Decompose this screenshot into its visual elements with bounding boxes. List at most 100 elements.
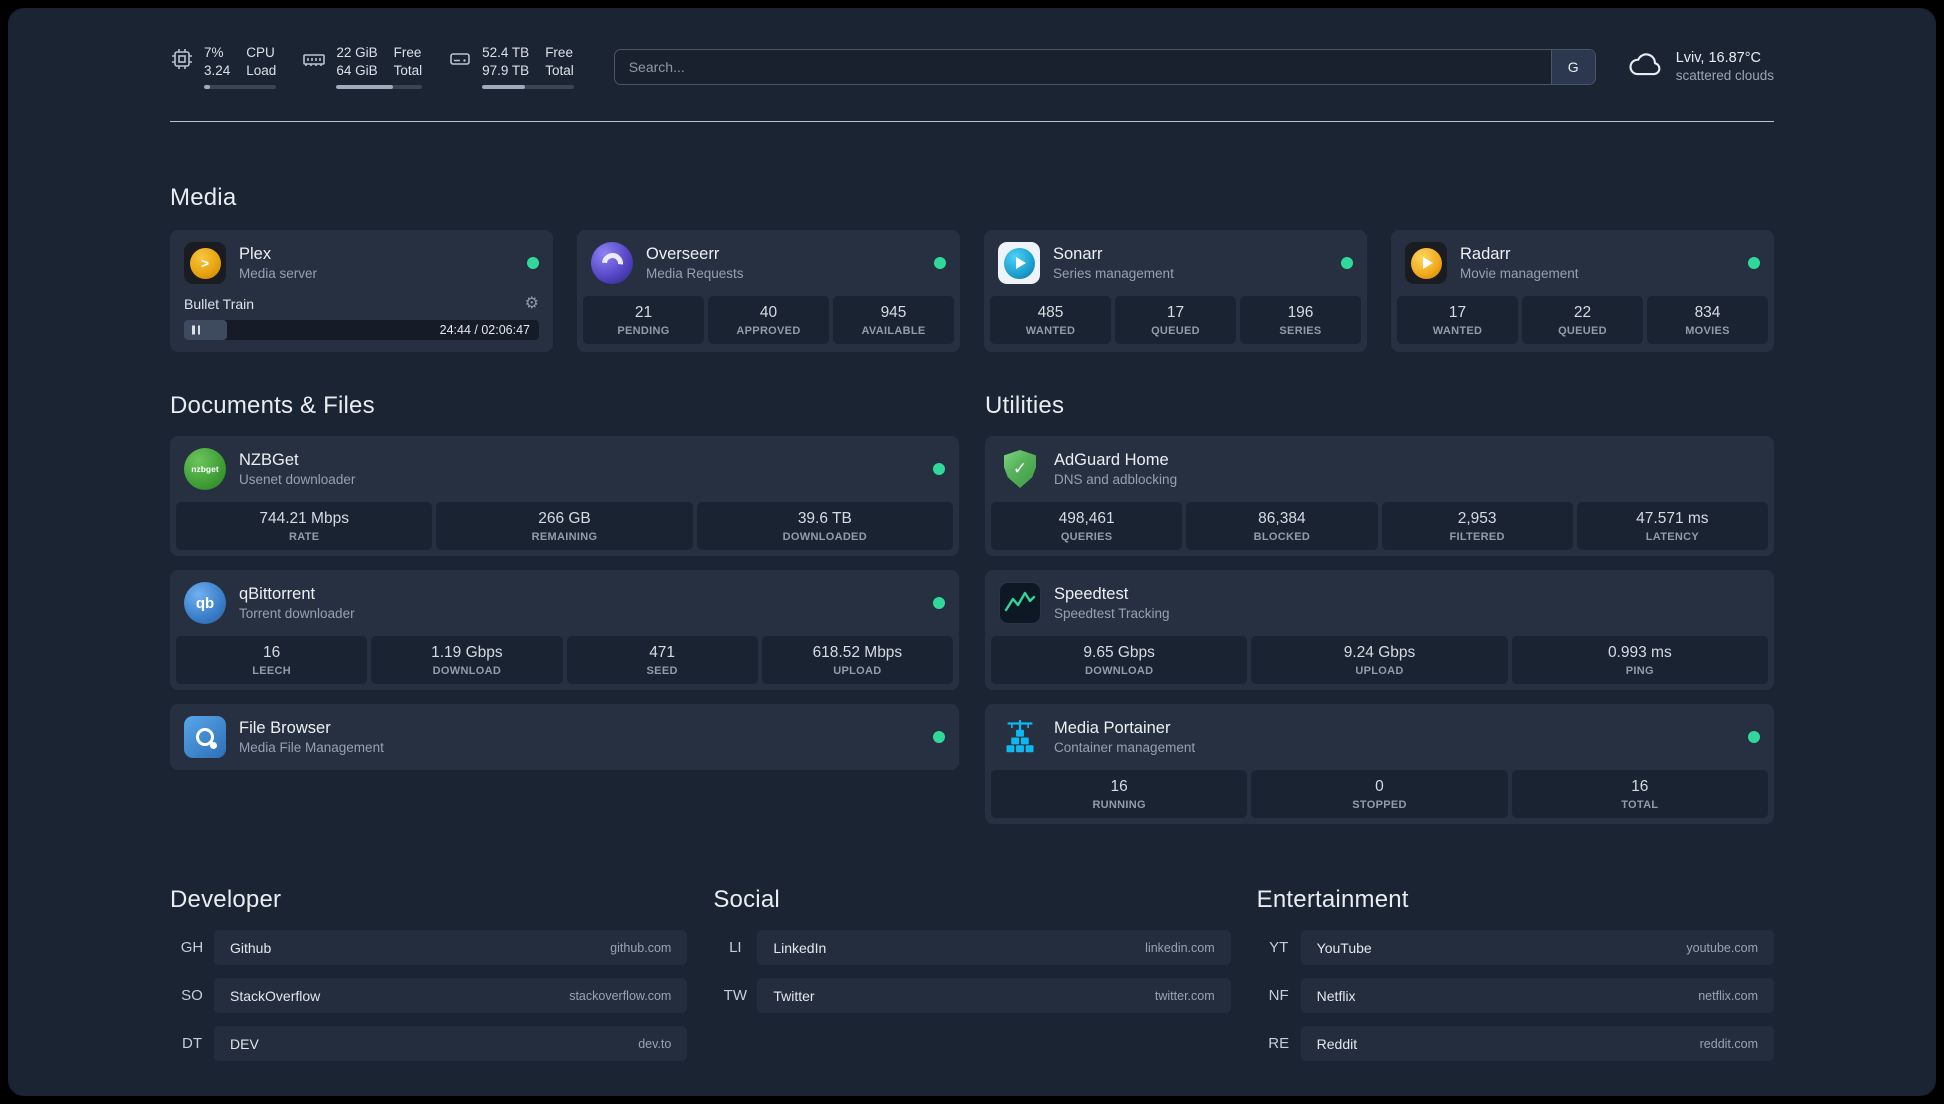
service-card-filebrowser[interactable]: File Browser Media File Management xyxy=(170,704,959,770)
bookmark-row: NF Netflix netflix.com xyxy=(1257,978,1774,1013)
stat-queued: 22 QUEUED xyxy=(1522,296,1643,344)
disk-progressbar xyxy=(482,85,574,89)
adguard-icon: ✓ xyxy=(999,448,1041,490)
topbar: 7% 3.24 CPU Load 22 GiB 64 GiB Free Tota… xyxy=(170,44,1774,89)
stat-series: 196 SERIES xyxy=(1240,296,1361,344)
bookmark-link-twitter[interactable]: Twitter twitter.com xyxy=(757,978,1231,1013)
stat-remaining: 266 GB REMAINING xyxy=(436,502,693,550)
bookmark-link-linkedin[interactable]: LinkedIn linkedin.com xyxy=(757,930,1231,965)
memory-free-value: 22 GiB xyxy=(336,45,378,60)
nzbget-icon: nzbget xyxy=(184,448,226,490)
bookmark-row: RE Reddit reddit.com xyxy=(1257,1026,1774,1061)
service-card-plex[interactable]: > Plex Media server Bullet Train ⚙ 24:44… xyxy=(170,230,553,352)
bookmark-abbr: YT xyxy=(1269,939,1289,956)
stat-movies: 834 MOVIES xyxy=(1647,296,1768,344)
section-title-media: Media xyxy=(170,184,237,211)
disk-metric: 52.4 TB 97.9 TB Free Total xyxy=(448,44,574,89)
stat-ping: 0.993 ms PING xyxy=(1511,636,1768,684)
stat-downloaded: 39.6 TB DOWNLOADED xyxy=(696,502,953,550)
section-title-social: Social xyxy=(713,886,780,913)
stat-queries: 498,461 QUERIES xyxy=(991,502,1183,550)
service-card-sonarr[interactable]: Sonarr Series management 485 WANTED 17 QUE… xyxy=(984,230,1367,352)
bookmark-link-stackoverflow[interactable]: StackOverflow stackoverflow.com xyxy=(214,978,688,1013)
cpu-usage-value: 7% xyxy=(204,45,224,60)
service-desc: Media server xyxy=(239,266,318,281)
status-dot xyxy=(933,463,945,475)
cpu-icon xyxy=(170,47,194,71)
stat-approved: 40 APPROVED xyxy=(708,296,829,344)
service-desc: Media File Management xyxy=(239,740,384,755)
cpu-label: CPU xyxy=(246,45,275,60)
status-dot xyxy=(934,257,946,269)
stat-upload: 9.24 Gbps UPLOAD xyxy=(1251,636,1508,684)
bookmark-link-youtube[interactable]: YouTube youtube.com xyxy=(1300,930,1774,965)
bookmark-link-reddit[interactable]: Reddit reddit.com xyxy=(1300,1026,1774,1061)
memory-free-label: Free xyxy=(393,45,422,60)
section-title-utilities: Utilities xyxy=(985,392,1065,419)
status-dot xyxy=(1748,257,1760,269)
service-desc: Media Requests xyxy=(646,266,744,281)
cpu-progressbar xyxy=(204,85,277,89)
bookmark-abbr: NF xyxy=(1268,987,1289,1004)
bookmark-abbr: DT xyxy=(182,1035,202,1052)
service-card-radarr[interactable]: Radarr Movie management 17 WANTED 22 QUEUE… xyxy=(1391,230,1774,352)
disk-total-value: 97.9 TB xyxy=(482,63,530,78)
service-desc: Usenet downloader xyxy=(239,472,356,487)
memory-icon xyxy=(302,47,326,71)
cpu-metric: 7% 3.24 CPU Load xyxy=(170,44,277,89)
overseerr-icon xyxy=(591,242,633,284)
playback-progressbar: 24:44 / 02:06:47 xyxy=(184,320,539,340)
bookmark-link-netflix[interactable]: Netflix netflix.com xyxy=(1300,978,1774,1013)
service-name: AdGuard Home xyxy=(1054,451,1169,469)
service-name: File Browser xyxy=(239,719,331,737)
speedtest-icon xyxy=(999,582,1041,624)
section-title-entertainment: Entertainment xyxy=(1256,886,1409,913)
memory-total-label: Total xyxy=(393,63,423,78)
service-card-nzbget[interactable]: nzbget NZBGet Usenet downloader 744.21 M… xyxy=(170,436,959,556)
bookmark-abbr: TW xyxy=(723,987,747,1004)
status-dot xyxy=(1748,731,1760,743)
search-provider-button[interactable]: G xyxy=(1550,49,1595,84)
now-playing-title: Bullet Train xyxy=(184,296,255,312)
disk-free-value: 52.4 TB xyxy=(482,45,530,60)
plex-icon: > xyxy=(184,242,226,284)
stat-seed: 471 SEED xyxy=(566,636,758,684)
service-card-overseerr[interactable]: Overseerr Media Requests 21 PENDING 40 APP… xyxy=(577,230,960,352)
stat-latency: 47.571 ms LATENCY xyxy=(1576,502,1768,550)
disk-icon xyxy=(448,47,472,71)
service-name: Speedtest xyxy=(1054,585,1129,603)
stat-blocked: 86,384 BLOCKED xyxy=(1186,502,1378,550)
service-desc: Container management xyxy=(1054,740,1196,755)
cpu-load-value: 3.24 xyxy=(204,63,231,78)
bookmark-row: GH Github github.com xyxy=(170,930,688,965)
cpu-load-label: Load xyxy=(246,63,277,78)
memory-metric: 22 GiB 64 GiB Free Total xyxy=(302,44,423,89)
bookmark-link-github[interactable]: Github github.com xyxy=(214,930,688,965)
pause-button[interactable] xyxy=(192,325,200,335)
search-input[interactable] xyxy=(614,49,1551,84)
bookmark-row: LI LinkedIn linkedin.com xyxy=(713,930,1231,965)
filebrowser-icon xyxy=(184,716,226,758)
topbar-divider xyxy=(170,121,1774,122)
service-card-portainer[interactable]: Media Portainer Container management 16 R… xyxy=(985,704,1774,824)
weather-widget: Lviv, 16.87°C scattered clouds xyxy=(1626,49,1774,84)
service-desc: Speedtest Tracking xyxy=(1054,606,1170,621)
stat-wanted: 17 WANTED xyxy=(1397,296,1518,344)
service-card-qbittorrent[interactable]: qb qBittorrent Torrent downloader 16 LEEC… xyxy=(170,570,959,690)
bookmark-abbr: LI xyxy=(729,939,742,956)
bookmark-group-developer: Developer GH Github github.com SO StackO… xyxy=(170,886,688,1074)
bookmark-link-dev[interactable]: DEV dev.to xyxy=(214,1026,688,1061)
stat-leech: 16 LEECH xyxy=(176,636,368,684)
service-desc: Torrent downloader xyxy=(239,606,355,621)
dashboard: 7% 3.24 CPU Load 22 GiB 64 GiB Free Tota… xyxy=(8,8,1936,1096)
gear-icon[interactable]: ⚙ xyxy=(525,296,539,312)
service-name: Radarr xyxy=(1460,245,1511,263)
memory-progressbar xyxy=(336,85,423,89)
weather-location: Lviv, 16.87°C xyxy=(1675,50,1762,66)
search-bar: G xyxy=(613,48,1596,85)
section-title-developer: Developer xyxy=(170,886,282,913)
service-card-speedtest[interactable]: Speedtest Speedtest Tracking 9.65 Gbps DO… xyxy=(985,570,1774,690)
status-dot xyxy=(933,731,945,743)
stat-download: 9.65 Gbps DOWNLOAD xyxy=(991,636,1248,684)
service-card-adguard[interactable]: ✓ AdGuard Home DNS and adblocking 498,46… xyxy=(985,436,1774,556)
